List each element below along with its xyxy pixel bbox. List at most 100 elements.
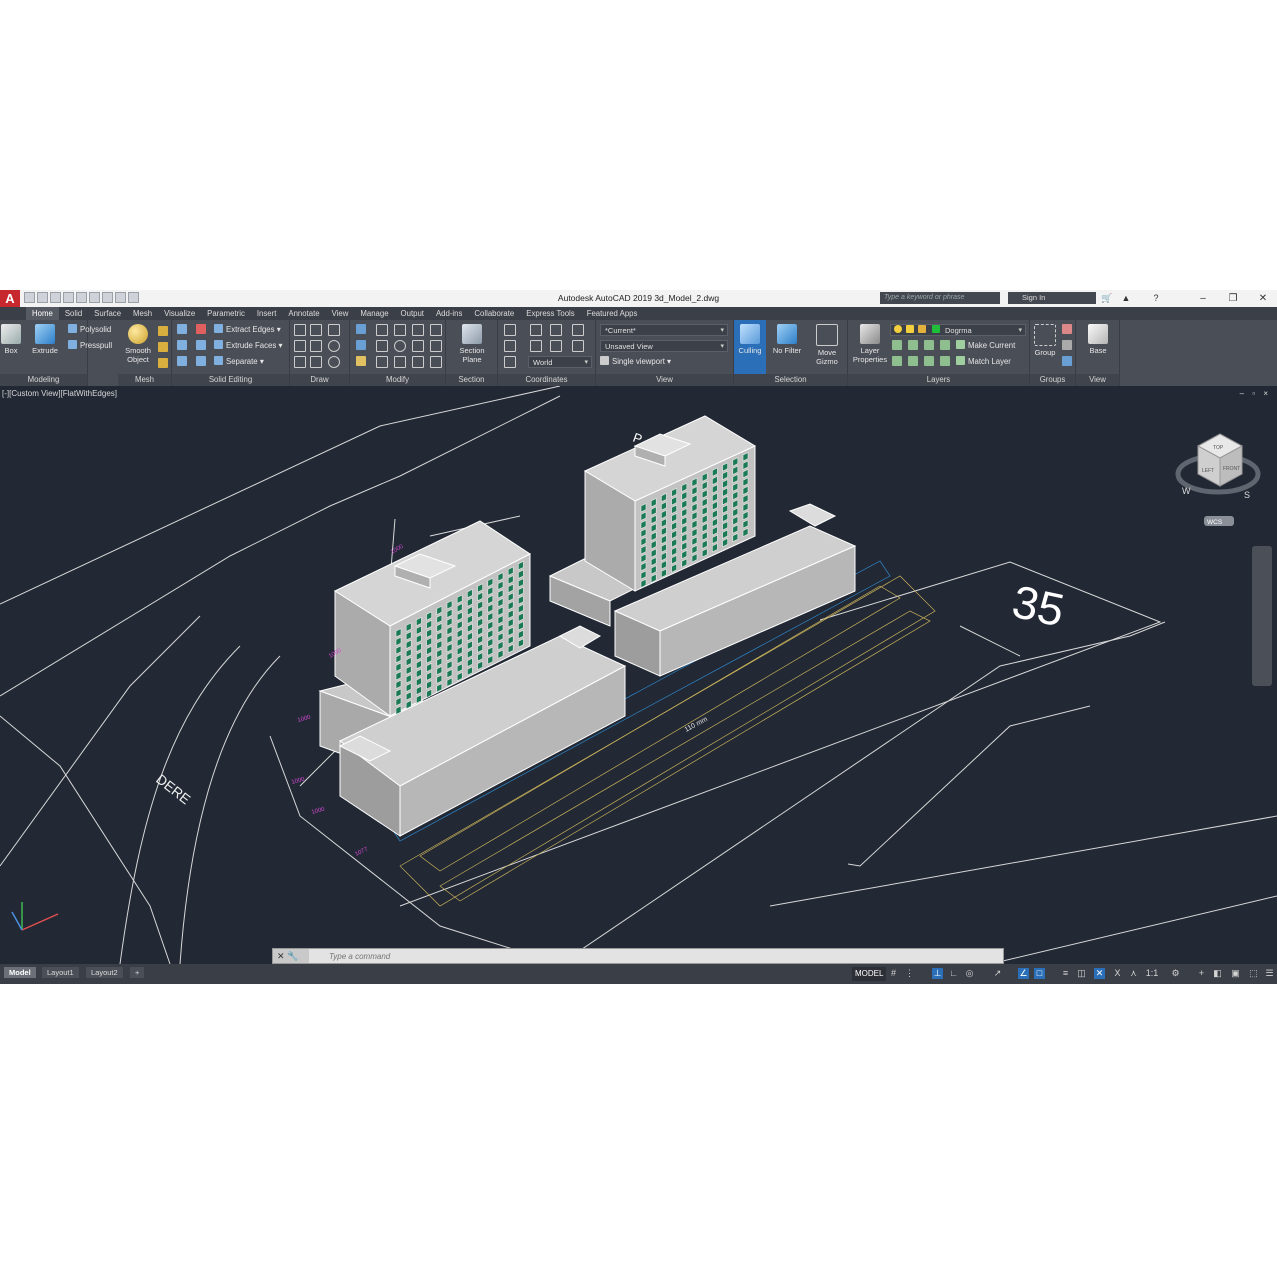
smooth-object-button[interactable]: Smooth Object <box>120 324 156 364</box>
new-layout-button[interactable]: + <box>130 967 145 978</box>
tab-view[interactable]: View <box>326 307 355 320</box>
annotation-visibility-icon[interactable]: ✕ <box>1094 968 1105 979</box>
tab-surface[interactable]: Surface <box>88 307 127 320</box>
object-snap-tracking-icon[interactable]: ∠ <box>1018 968 1029 979</box>
layer-lock-tool-icon[interactable] <box>940 340 950 350</box>
model-space-button[interactable]: MODEL <box>852 967 887 981</box>
ucs-world-dropdown[interactable]: World <box>528 356 592 368</box>
tab-layout2[interactable]: Layout2 <box>86 967 123 978</box>
layer-freeze-tool-icon[interactable] <box>924 340 934 350</box>
box-button[interactable]: Box <box>0 324 22 355</box>
ucs-view-icon[interactable] <box>504 356 516 368</box>
group-selection-icon[interactable] <box>1062 356 1072 366</box>
trim-icon[interactable] <box>430 324 442 336</box>
ucs-previous-icon[interactable] <box>550 324 562 336</box>
transparency-icon[interactable]: ◫ <box>1076 968 1087 979</box>
draw-panel-label[interactable]: Draw <box>290 374 349 386</box>
tab-visualize[interactable]: Visualize <box>158 307 201 320</box>
match-layer-button[interactable]: Match Layer <box>956 356 1011 368</box>
move-gizmo-button[interactable]: Move Gizmo <box>810 324 844 366</box>
workspace-switch-icon[interactable]: ⚙ <box>1170 968 1181 979</box>
section-panel-label[interactable]: Section <box>446 374 497 386</box>
cart-icon[interactable]: 🛒 <box>1101 292 1113 304</box>
close-button[interactable]: ✕ <box>1248 290 1277 307</box>
command-input[interactable] <box>329 950 929 962</box>
isodraft-icon[interactable]: ↗ <box>992 968 1003 979</box>
spline-icon[interactable] <box>310 324 322 336</box>
grid-icon[interactable]: # <box>888 968 899 979</box>
mesh-smooth-more-icon[interactable] <box>158 326 168 336</box>
group-edit-icon[interactable] <box>1062 340 1072 350</box>
lineweight-icon[interactable]: ≡ <box>1060 968 1071 979</box>
3d-scale-icon[interactable] <box>412 324 424 336</box>
tab-model[interactable]: Model <box>4 967 36 978</box>
ucs-3point-icon[interactable] <box>550 340 562 352</box>
offset-icon[interactable] <box>412 356 424 368</box>
coordinates-panel-label[interactable]: Coordinates <box>498 374 595 386</box>
scale-dropdown[interactable]: 1:1 <box>1144 968 1160 979</box>
polar-icon[interactable]: ◎ <box>964 968 975 979</box>
intersect-icon[interactable] <box>177 356 187 366</box>
hardware-acceleration-icon[interactable]: ▣ <box>1230 968 1241 979</box>
polysolid-button[interactable]: Polysolid <box>68 324 111 336</box>
copy-icon[interactable] <box>394 356 406 368</box>
3d-polyline-icon[interactable] <box>310 340 322 352</box>
tab-featured-apps[interactable]: Featured Apps <box>581 307 644 320</box>
drawing-viewport[interactable]: 1000 1000 1000 1000 1000 1077 110 mm DER… <box>0 386 1277 964</box>
base-button[interactable]: Base <box>1082 324 1114 355</box>
array-icon[interactable] <box>430 356 442 368</box>
layer-properties-button[interactable]: Layer Properties <box>852 324 888 364</box>
viewcube[interactable]: TOP LEFT FRONT W S WCS <box>1175 433 1261 526</box>
annotation-scale-icon[interactable]: ⋏ <box>1128 968 1139 979</box>
ucs-icon[interactable] <box>504 324 516 336</box>
ucs-origin-icon[interactable] <box>572 324 584 336</box>
view-panel-label[interactable]: View <box>596 374 733 386</box>
viewport-controls-label[interactable]: [-][Custom View][FlatWithEdges] <box>2 389 117 398</box>
viewport-window-controls[interactable]: – ▫ × <box>1240 389 1271 398</box>
fillet-icon[interactable] <box>430 340 442 352</box>
minimize-button[interactable]: – <box>1188 290 1218 307</box>
ucs-world-icon[interactable] <box>530 324 542 336</box>
customization-icon[interactable]: ☰ <box>1264 968 1275 979</box>
tab-annotate[interactable]: Annotate <box>282 307 325 320</box>
interfere-icon[interactable] <box>196 324 206 334</box>
isolate-objects-icon[interactable]: ◧ <box>1212 968 1223 979</box>
arc-icon[interactable] <box>328 324 340 336</box>
presspull-button[interactable]: Presspull <box>68 340 112 352</box>
base-view-panel-label[interactable]: View <box>1076 374 1119 386</box>
separate-button[interactable]: Separate ▾ <box>214 356 264 368</box>
ucs-icon-properties-icon[interactable] <box>504 340 516 352</box>
ucs-x-icon[interactable] <box>572 340 584 352</box>
object-snap-icon[interactable]: □ <box>1034 968 1045 979</box>
no-filter-button[interactable]: No Filter <box>770 324 804 355</box>
ellipse-icon[interactable] <box>328 356 340 368</box>
named-view-dropdown[interactable]: Unsaved View <box>600 340 728 352</box>
tab-collaborate[interactable]: Collaborate <box>468 307 520 320</box>
tab-add-ins[interactable]: Add-ins <box>430 307 468 320</box>
extrude-faces-button[interactable]: Extrude Faces ▾ <box>214 340 282 352</box>
layer-off-icon[interactable] <box>892 340 902 350</box>
section-plane-button[interactable]: Section Plane <box>454 324 490 364</box>
layer-unisolate-icon[interactable] <box>892 356 902 366</box>
layer-unlock-icon[interactable] <box>924 356 934 366</box>
extract-edges-button[interactable]: Extract Edges ▾ <box>214 324 281 336</box>
thicken-icon[interactable] <box>196 356 206 366</box>
viewport-config-button[interactable]: Single viewport ▾ <box>600 356 671 368</box>
tab-manage[interactable]: Manage <box>354 307 394 320</box>
layer-thaw-icon[interactable] <box>908 356 918 366</box>
exchange-icon[interactable]: ▲ <box>1120 292 1132 304</box>
culling-button[interactable]: Culling <box>734 320 766 374</box>
circle-icon[interactable] <box>328 340 340 352</box>
clean-screen-icon[interactable]: ⬚ <box>1248 968 1259 979</box>
tab-home[interactable]: Home <box>26 307 59 320</box>
slice-icon[interactable] <box>196 340 206 350</box>
search-input[interactable]: Type a keyword or phrase <box>880 292 1000 304</box>
rotate-icon[interactable] <box>394 340 406 352</box>
extrude-button[interactable]: Extrude <box>30 324 60 355</box>
groups-panel-label[interactable]: Groups <box>1030 374 1075 386</box>
ucs-z-axis-icon[interactable] <box>530 340 542 352</box>
help-icon[interactable]: ? <box>1150 292 1162 304</box>
subtract-icon[interactable] <box>177 340 187 350</box>
command-line-buttons[interactable]: ✕ 🔧 <box>273 949 309 963</box>
restore-button[interactable]: ❐ <box>1218 290 1248 307</box>
